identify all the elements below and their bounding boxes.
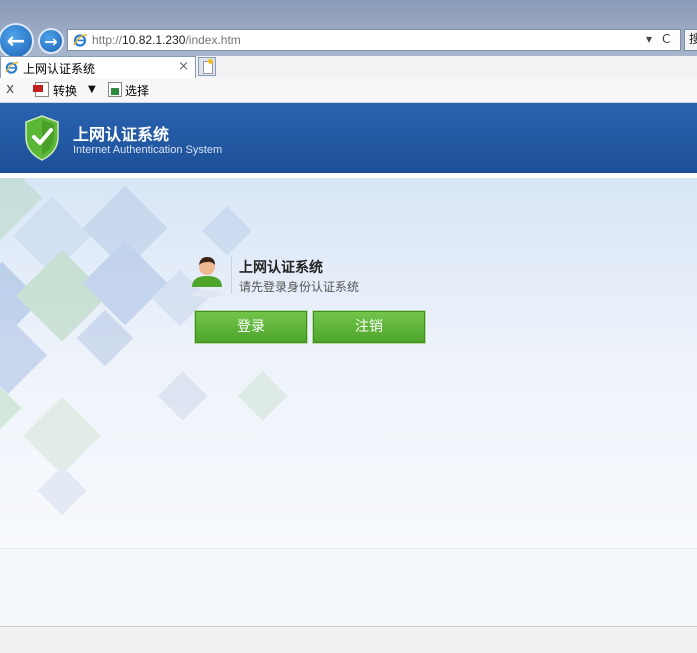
address-bar[interactable]: http://10.82.1.230/index.htm ▾ C xyxy=(67,29,681,51)
page-header: 上网认证系统 Internet Authentication System xyxy=(0,103,697,173)
url-path: /index.htm xyxy=(185,33,241,47)
address-dropdown-icon[interactable]: ▾ xyxy=(646,32,652,46)
login-panel-title: 上网认证系统 xyxy=(239,260,323,276)
page-footer-area xyxy=(0,548,697,627)
main-content: 上网认证系统 请先登录身份认证系统 登录 注销 xyxy=(0,178,697,548)
decorative-diamonds xyxy=(0,178,288,516)
login-button[interactable]: 登录 xyxy=(195,311,307,343)
new-tab-icon[interactable] xyxy=(198,57,216,76)
ie-icon xyxy=(73,34,88,47)
panel-divider xyxy=(231,256,232,294)
url-scheme: http:// xyxy=(92,33,123,47)
toolbar-close-icon[interactable]: x xyxy=(6,81,14,97)
tab-close-icon[interactable]: × xyxy=(178,59,189,74)
convert-button[interactable]: 转换 xyxy=(53,82,77,99)
url-host: 10.82.1.230 xyxy=(122,33,186,47)
status-bar xyxy=(0,626,697,653)
shield-check-icon xyxy=(25,115,59,161)
forward-arrow-icon[interactable]: → xyxy=(38,28,64,54)
command-toolbar: x 转换 ▼ 选择 xyxy=(0,78,697,103)
pdf-convert-icon[interactable] xyxy=(33,82,49,97)
select-icon[interactable] xyxy=(108,82,122,97)
convert-dropdown-icon[interactable]: ▼ xyxy=(88,84,96,95)
login-panel-subtitle: 请先登录身份认证系统 xyxy=(239,280,360,294)
ie-icon xyxy=(5,62,19,74)
header-subtitle: Internet Authentication System xyxy=(73,144,223,156)
url-text[interactable]: http://10.82.1.230/index.htm xyxy=(92,33,241,47)
logout-button[interactable]: 注销 xyxy=(313,311,425,343)
refresh-icon[interactable]: C xyxy=(662,32,670,46)
header-title: 上网认证系统 xyxy=(73,125,170,144)
user-icon xyxy=(191,257,223,298)
tab-title: 上网认证系统 xyxy=(23,62,96,76)
select-button[interactable]: 选择 xyxy=(125,82,149,99)
tab-active[interactable]: 上网认证系统 × xyxy=(0,56,196,78)
search-box-stub[interactable]: 搜 xyxy=(684,29,697,51)
